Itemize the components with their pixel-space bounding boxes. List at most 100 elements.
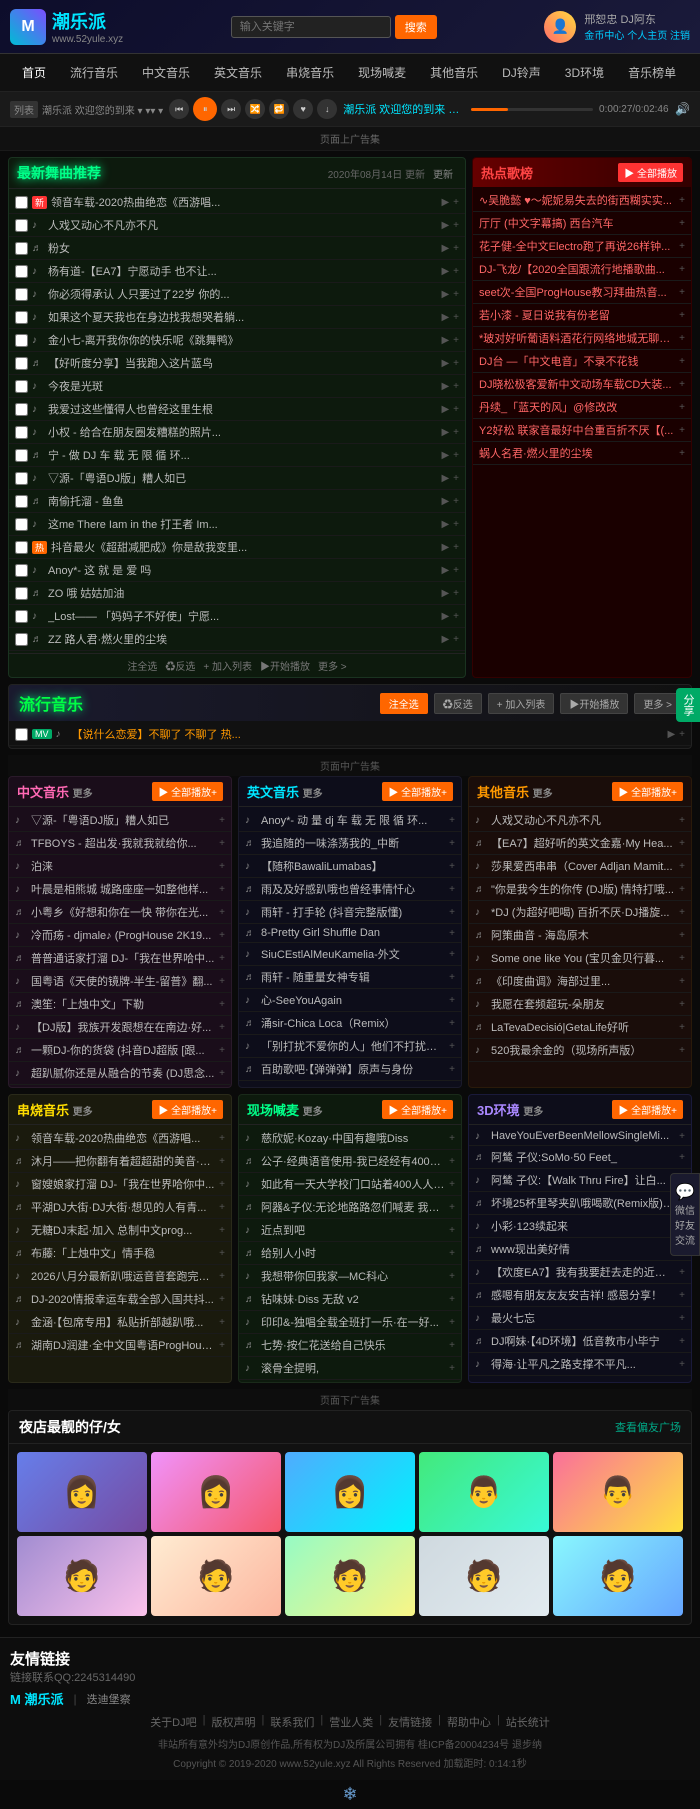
song-item[interactable]: ♬ 粉女 ▶ + [9, 237, 465, 260]
3d-play-btn[interactable]: ▶ 全部播放+ [612, 1100, 683, 1119]
friend-card[interactable]: 🧑 [17, 1536, 147, 1616]
song-item[interactable]: ♬普普通话家打溜 DJ-「我在世界哈中...+ [9, 947, 231, 970]
song-item[interactable]: ♬平湖DJ大街·DJ大街·想见的人有青...+ [9, 1196, 231, 1219]
add-btn[interactable]: + [453, 197, 459, 208]
nav-live[interactable]: 现场喊麦 [346, 54, 418, 91]
other-more-label[interactable]: 更多 [533, 789, 553, 800]
english-more-label[interactable]: 更多 [303, 789, 323, 800]
song-item[interactable]: ♬ ZO 哦 姑姑加油 ▶ + [9, 582, 465, 605]
add-btn[interactable]: + [449, 1064, 455, 1075]
play-btn[interactable]: ▶ [441, 450, 449, 461]
song-item[interactable]: ♪我想带你回我家—MC科心+ [239, 1265, 461, 1288]
song-item[interactable]: ♪【DJ版】我族开发跟想在在南边·好...+ [9, 1016, 231, 1039]
other-play-btn[interactable]: ▶ 全部播放+ [612, 782, 683, 801]
search-input[interactable] [231, 16, 391, 38]
nav-home[interactable]: 首页 [10, 54, 58, 91]
add-btn[interactable]: + [453, 381, 459, 392]
friend-card[interactable]: 👨 [553, 1452, 683, 1532]
song-item[interactable]: ♪ Anoy*- 这 就 是 爱 吗 ▶ + [9, 559, 465, 582]
add-btn[interactable]: + [219, 1202, 225, 1213]
add-btn[interactable]: + [449, 1133, 455, 1144]
logo[interactable]: M 潮乐派 www.52yule.xyz [10, 8, 123, 45]
play-btn[interactable]: ▶ [441, 634, 449, 645]
add-btn[interactable]: + [679, 976, 685, 987]
play-btn[interactable]: ▶ [441, 519, 449, 530]
song-item[interactable]: ♬【EA7】超好听的英文金嘉·My Hea...+ [469, 832, 691, 855]
song-item[interactable]: 厅厅 (中文字幕搞) 西台汽车 + [473, 212, 691, 235]
footer-friendlinks[interactable]: 友情链接 [388, 1714, 432, 1730]
play-btn[interactable]: ▶ [441, 312, 449, 323]
song-item[interactable]: DJ台 —「中文电音」不录不花钱 + [473, 350, 691, 373]
song-item[interactable]: ♬阿器&子仪:无论地路路忽们喊麦 我出一...+ [239, 1196, 461, 1219]
add-btn[interactable]: + [449, 995, 455, 1006]
share-button[interactable]: 分享 [676, 688, 700, 722]
song-item[interactable]: ♪ 小权 - 给合在朋友圈发糟糕的照片... ▶ + [9, 421, 465, 444]
nav-pop[interactable]: 流行音乐 [58, 54, 130, 91]
user-actions[interactable]: 金币中心 个人主页 注销 [584, 27, 690, 42]
song-item[interactable]: ♪窗嫂娘家打溜 DJ-「我在世界哈你中...+ [9, 1173, 231, 1196]
song-checkbox[interactable] [15, 380, 28, 393]
song-item[interactable]: ♪人戏又动心不凡亦不凡+ [469, 809, 691, 832]
add-btn[interactable]: + [453, 312, 459, 323]
song-checkbox[interactable] [15, 495, 28, 508]
add-btn[interactable]: + [453, 634, 459, 645]
add-btn[interactable]: + [449, 1363, 455, 1374]
song-item[interactable]: 若小漆 - 夏日说我有份老留 + [473, 304, 691, 327]
add-btn[interactable]: + [219, 907, 225, 918]
song-checkbox[interactable] [15, 610, 28, 623]
add-btn[interactable]: + [449, 1018, 455, 1029]
friend-card[interactable]: 🧑 [553, 1536, 683, 1616]
next-button[interactable]: ⏭ [221, 99, 241, 119]
add-btn[interactable]: + [679, 838, 685, 849]
song-item[interactable]: 蜗人名君·燃火里的尘埃 + [473, 442, 691, 465]
add-btn[interactable]: + [453, 450, 459, 461]
add-btn[interactable]: + [449, 972, 455, 983]
newest-more[interactable]: 更新 [429, 165, 457, 182]
song-item[interactable]: 丹续_「蓝天的风」@修改改 + [473, 396, 691, 419]
song-item[interactable]: ♪冷而疡 - djmale♪ (ProgHouse 2K19...+ [9, 924, 231, 947]
add-btn[interactable]: + [679, 218, 685, 229]
song-item[interactable]: ♬湖南DJ润建·全中文国粤语ProgHous...+ [9, 1334, 231, 1357]
song-item[interactable]: MV ♪ 【说什么恋爱】不聊了 不聊了 热... ▶ + [9, 723, 691, 746]
add-btn[interactable]: + [679, 907, 685, 918]
add-btn[interactable]: + [679, 287, 685, 298]
play-btn[interactable]: ▶ [667, 729, 675, 740]
add-btn[interactable]: + [219, 1248, 225, 1259]
song-item[interactable]: ♪小彩·123续起来+ [469, 1215, 691, 1238]
add-btn[interactable]: + [219, 1294, 225, 1305]
song-checkbox[interactable] [15, 334, 28, 347]
add-btn[interactable]: + [449, 1179, 455, 1190]
footer-stats[interactable]: 站长统计 [506, 1714, 550, 1730]
song-item[interactable]: ♬LaTevaDecisió|GetaLife好听+ [469, 1016, 691, 1039]
friend-card[interactable]: 👨 [419, 1452, 549, 1532]
nav-ringtone[interactable]: DJ铃声 [490, 54, 553, 91]
add-btn[interactable]: + [453, 404, 459, 415]
flow-add[interactable]: + 加入列表 [488, 693, 555, 714]
song-item[interactable]: ♪金涵·【包席专用】私贴折部越趴哦...+ [9, 1311, 231, 1334]
add-btn[interactable]: + [679, 1313, 685, 1324]
song-checkbox[interactable] [15, 426, 28, 439]
song-item[interactable]: ♬感嗯有朋友友友安吉祥! 感恩分享！+ [469, 1284, 691, 1307]
friend-card[interactable]: 👩 [285, 1452, 415, 1532]
play-btn[interactable]: ▶ [441, 473, 449, 484]
song-item[interactable]: ♪【欢度EA7】我有我要赶去走的近方风呢...+ [469, 1261, 691, 1284]
flow-more[interactable]: 更多 > [634, 693, 681, 714]
player-progress-bar[interactable] [471, 108, 593, 111]
footer-business[interactable]: 营业人类 [329, 1714, 373, 1730]
song-checkbox[interactable] [15, 311, 28, 324]
repeat-button[interactable]: 🔁 [269, 99, 289, 119]
add-btn[interactable]: + [219, 1225, 225, 1236]
song-checkbox[interactable] [15, 449, 28, 462]
song-item[interactable]: ♪▽源-「粤语DJ版」糟人如已+ [9, 809, 231, 832]
song-item[interactable]: ♪滚骨全提明,+ [239, 1357, 461, 1380]
song-item[interactable]: ♪ 我爱过这些懂得人也曾经这里生根 ▶ + [9, 398, 465, 421]
song-item[interactable]: ♬雨轩 - 随重量女神专辑+ [239, 966, 461, 989]
add-to-list-btn[interactable]: + 加入列表 [203, 658, 252, 673]
3d-more-label[interactable]: 更多 [523, 1107, 543, 1118]
song-item[interactable]: ♪我愿在套频超玩-朵朋友+ [469, 993, 691, 1016]
add-btn[interactable]: + [219, 1179, 225, 1190]
song-item[interactable]: ♪阿鸶 子仪:【Walk Thru Fire】让白...+ [469, 1169, 691, 1192]
nav-rank[interactable]: 音乐榜单 [616, 54, 688, 91]
add-btn[interactable]: + [679, 241, 685, 252]
friend-card[interactable]: 🧑 [151, 1536, 281, 1616]
